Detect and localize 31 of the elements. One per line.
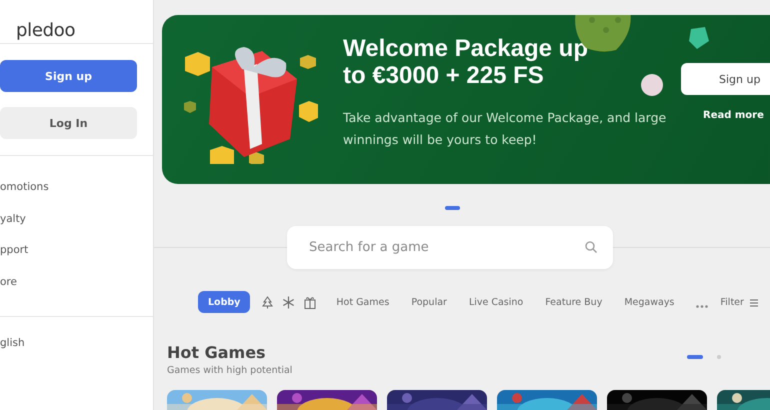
category-tab[interactable]: Feature Buy bbox=[545, 296, 602, 308]
log-in-button[interactable]: Log In bbox=[0, 107, 137, 139]
search-field[interactable]: Search for a game bbox=[287, 226, 613, 269]
gift-icon[interactable] bbox=[304, 296, 316, 308]
menu-item[interactable]: yalty bbox=[0, 206, 153, 237]
logo[interactable]: pledoo bbox=[0, 0, 153, 43]
category-tab[interactable]: Megaways bbox=[624, 296, 674, 308]
sign-up-button[interactable]: Sign up bbox=[0, 60, 137, 92]
category-tab[interactable]: Lobby bbox=[198, 291, 250, 313]
category-tab[interactable]: Live Casino bbox=[468, 296, 524, 308]
banner-title: Welcome Package up to €3000 + 225 FS bbox=[343, 35, 589, 89]
menu-item[interactable]: ore bbox=[0, 268, 153, 300]
filter-button[interactable]: Filter bbox=[720, 296, 744, 308]
category-tab[interactable]: Popular bbox=[411, 296, 447, 308]
section-title: Hot Games bbox=[167, 343, 266, 362]
category-tab[interactable]: Hot Games bbox=[336, 296, 390, 308]
cube-icon bbox=[687, 27, 709, 49]
menu-item[interactable]: pport bbox=[0, 237, 153, 268]
more-icon[interactable] bbox=[696, 304, 708, 308]
filter-icon[interactable] bbox=[750, 298, 758, 308]
menu-item[interactable]: omotions bbox=[0, 174, 153, 206]
snowflake-icon[interactable] bbox=[282, 296, 296, 308]
banner-text: Take advantage of our Welcome Package, and large winnings will be yours to keep! bbox=[343, 109, 668, 149]
language-selector[interactable]: glish bbox=[0, 317, 153, 349]
read-more-link[interactable]: Read more bbox=[703, 110, 770, 121]
search-icon bbox=[585, 241, 597, 253]
ball-icon bbox=[640, 73, 664, 97]
sign-up-button[interactable]: Sign up bbox=[681, 63, 770, 95]
tree-icon[interactable] bbox=[262, 296, 274, 308]
section-subtitle: Games with high potential bbox=[167, 365, 292, 376]
page-dot[interactable] bbox=[717, 355, 721, 359]
